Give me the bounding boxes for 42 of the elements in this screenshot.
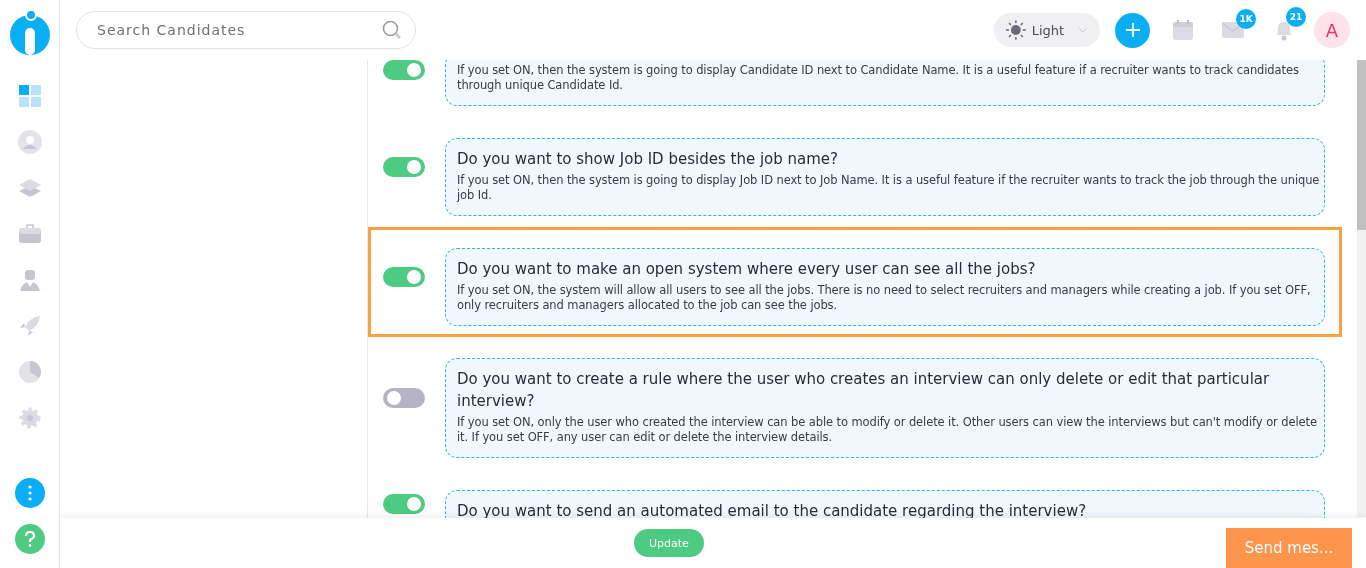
setting-description: If you set ON, only the user who created the interview can be able to modify or delete it. Other users can view the interviews but can't modify or delete it. If you set OFF, any user can edit or delete the interview details. <box>457 415 1318 445</box>
setting-description: If you set ON, then the system is going to display Candidate ID next to Candidate Name. It is a useful feature if a recruiter wants to track candidates through unique Candidate Id. <box>457 63 1300 93</box>
more-icon <box>27 485 32 501</box>
setting-title: Do you want to create a rule where the user who creates an interview can only delete or edit that particular interview? <box>457 369 1271 412</box>
briefcase-icon[interactable] <box>17 222 42 246</box>
settings-icon[interactable] <box>17 406 42 430</box>
setting-title: Do you want to send an automated email to the candidate regarding the interview? <box>457 501 1088 522</box>
toggle-switch[interactable] <box>383 267 425 287</box>
toggle-switch[interactable] <box>383 494 425 514</box>
search-icon[interactable] <box>382 20 402 40</box>
chat-button[interactable]: Send mes... <box>1226 528 1352 568</box>
add-button[interactable] <box>1115 12 1150 48</box>
user-avatar[interactable]: A <box>1314 12 1350 48</box>
logo-icon <box>8 8 51 56</box>
setting-title: Do you want to show Job ID besides the job name? <box>457 149 840 170</box>
theme-dropdown[interactable]: Light <box>994 13 1100 47</box>
user-circle-icon[interactable] <box>17 130 42 154</box>
rocket-icon[interactable] <box>17 314 42 338</box>
chevron-down-icon <box>1078 27 1088 33</box>
plus-icon <box>1124 22 1141 38</box>
sun-icon <box>1006 20 1026 40</box>
toggle-switch[interactable] <box>383 60 425 80</box>
user-icon[interactable] <box>17 268 42 292</box>
mail-icon[interactable] <box>1222 21 1244 39</box>
search-field[interactable]: Search Candidates <box>76 11 416 49</box>
calendar-icon[interactable] <box>1172 19 1194 41</box>
setting-description: If you set ON, then the system is going to display Job ID next to Job Name. It is a useful feature if the recruiter wants to track the job through the unique job Id. <box>457 173 1320 203</box>
toggle-switch[interactable] <box>383 157 425 177</box>
more-button[interactable] <box>14 478 45 508</box>
update-button[interactable]: Update <box>634 529 704 557</box>
layers-icon[interactable] <box>17 176 42 200</box>
setting-description: If you set ON, the system will allow all users to see all the jobs. There is no need to select recruiters and managers while creating a job. If you set OFF, only recruiters and managers allocated to the job can see the jobs. <box>457 283 1312 313</box>
mail-count-badge: 1K <box>1236 9 1256 29</box>
bell-icon[interactable] <box>1274 19 1294 41</box>
setting-title: Do you want to make an open system where every user can see all the jobs? <box>457 259 1037 280</box>
toggle-switch[interactable] <box>383 388 425 408</box>
question-icon <box>23 531 36 547</box>
scrollbar[interactable] <box>1357 60 1366 517</box>
notification-count-badge: 21 <box>1286 7 1306 27</box>
dashboard-icon[interactable] <box>17 84 42 108</box>
pie-chart-icon[interactable] <box>17 360 42 384</box>
help-button[interactable] <box>14 524 45 554</box>
